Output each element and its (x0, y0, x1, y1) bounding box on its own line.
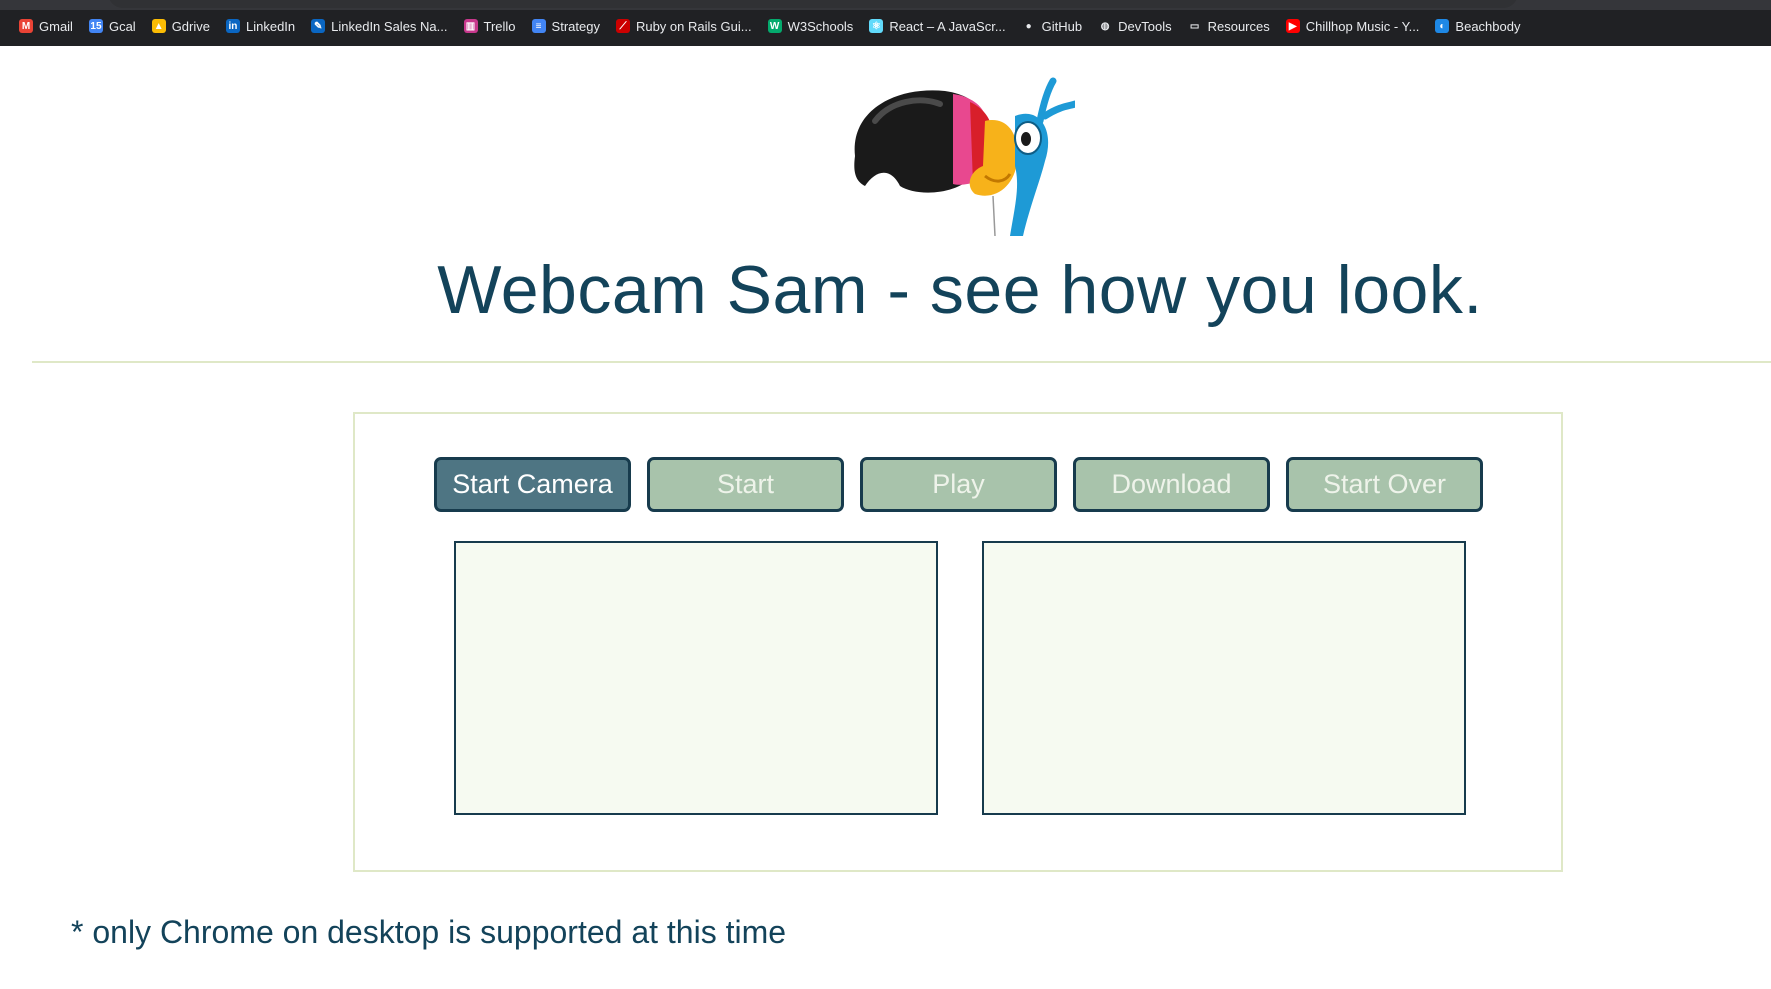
recorder-panel: Start Camera Start Play Download Start O… (353, 412, 1563, 872)
bookmark-label: Resources (1207, 18, 1270, 34)
bookmark-item[interactable]: ▶ Chillhop Music - Y... (1279, 17, 1427, 36)
start-over-button[interactable]: Start Over (1286, 457, 1483, 512)
bookmark-item[interactable]: W W3Schools (761, 17, 861, 36)
rails-icon: ⟋ (615, 19, 630, 33)
recorded-video-playback (982, 541, 1466, 815)
play-button[interactable]: Play (860, 457, 1057, 512)
folder-icon: ▭ (1189, 20, 1200, 32)
react-icon: ⚛ (869, 19, 884, 33)
bookmark-item[interactable]: in LinkedIn (219, 17, 302, 36)
bookmark-item[interactable]: ▲ Gdrive (145, 17, 217, 36)
bookmark-label: React – A JavaScr... (889, 18, 1006, 34)
bookmark-label: LinkedIn (245, 18, 296, 34)
bookmark-item[interactable]: ▥ Trello (457, 17, 523, 36)
browser-toolbar: M Gmail 15 Gcal ▲ Gdrive in LinkedIn ✎ LinkedIn S… (0, 0, 1771, 46)
w3schools-icon: W (767, 19, 782, 33)
bookmark-item[interactable]: M Gmail (12, 17, 80, 36)
bookmark-item[interactable]: ≡ Strategy (525, 17, 607, 36)
bookmark-item[interactable]: 15 Gcal (82, 17, 143, 36)
linkedin-sales-icon: ✎ (311, 19, 326, 33)
live-video-preview (454, 541, 938, 815)
bookmark-label: Gcal (108, 18, 136, 34)
bookmark-label: DevTools (1118, 18, 1172, 34)
bookmark-label: LinkedIn Sales Na... (331, 18, 448, 34)
bookmark-label: Trello (483, 18, 516, 34)
page-title: Webcam Sam - see how you look. (437, 252, 1483, 328)
bookmark-label: Strategy (551, 18, 600, 34)
drive-icon: ▲ (151, 19, 166, 33)
beachbody-icon: ◐ (1435, 19, 1450, 33)
bookmark-item[interactable]: ⚛ React – A JavaScr... (862, 17, 1012, 36)
trello-icon: ▥ (463, 19, 478, 33)
bookmark-item[interactable]: ◐ Beachbody (1428, 17, 1527, 36)
divider (32, 361, 1771, 363)
bookmark-label: W3Schools (787, 18, 854, 34)
bookmark-label: Ruby on Rails Gui... (635, 18, 752, 34)
bookmark-label: Beachbody (1455, 18, 1521, 34)
calendar-icon: 15 (88, 19, 103, 33)
youtube-icon: ▶ (1285, 19, 1300, 33)
start-button[interactable]: Start (647, 457, 844, 512)
address-bar[interactable] (108, 0, 1518, 8)
github-icon: ● (1025, 20, 1032, 32)
bookmark-item[interactable]: ● GitHub (1015, 17, 1089, 36)
tab-strip (0, 0, 1771, 10)
bookmark-item[interactable]: ▭ Resources (1181, 17, 1277, 36)
globe-icon: ◍ (1100, 20, 1110, 32)
linkedin-icon: in (225, 19, 240, 33)
page: Webcam Sam - see how you look. Start Cam… (0, 46, 1771, 989)
bookmark-label: Gmail (39, 18, 73, 34)
bookmark-item[interactable]: ◍ DevTools (1091, 17, 1178, 36)
start-camera-button[interactable]: Start Camera (434, 457, 631, 512)
bookmark-item[interactable]: ⟋ Ruby on Rails Gui... (609, 17, 759, 36)
docs-icon: ≡ (531, 19, 546, 33)
browser-support-note: * only Chrome on desktop is supported at… (71, 914, 787, 950)
bookmark-label: Chillhop Music - Y... (1305, 18, 1420, 34)
bookmark-item[interactable]: ✎ LinkedIn Sales Na... (304, 17, 454, 36)
toucan-logo (854, 77, 1075, 236)
bookmark-label: Gdrive (171, 18, 210, 34)
bookmarks-bar: M Gmail 15 Gcal ▲ Gdrive in LinkedIn ✎ LinkedIn S… (12, 14, 1527, 38)
download-button[interactable]: Download (1073, 457, 1270, 512)
bookmark-label: GitHub (1041, 18, 1083, 34)
gmail-icon: M (19, 19, 33, 33)
